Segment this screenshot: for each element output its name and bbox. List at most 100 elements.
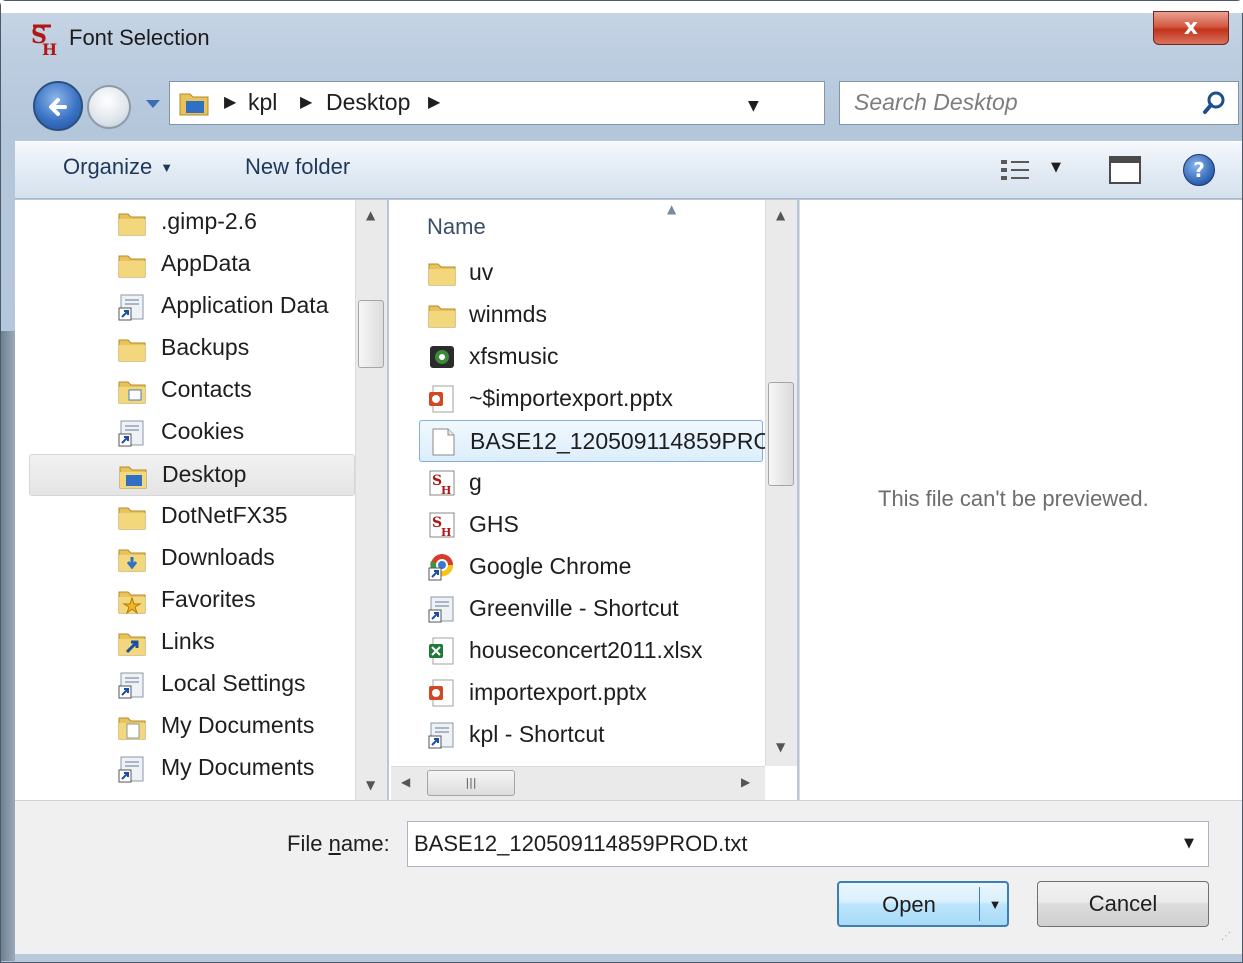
scrollbar-thumb[interactable] — [768, 382, 794, 486]
list-item[interactable]: Greenville - Shortcut — [419, 588, 763, 630]
sidebar-item[interactable]: Links — [29, 622, 355, 664]
chrome-shortcut-icon — [428, 554, 454, 581]
list-item[interactable]: SH g — [419, 462, 763, 504]
file-name-field[interactable]: BASE12_120509114859PROD.txt ▼ — [407, 821, 1209, 867]
scroll-left-icon[interactable]: ◀ — [401, 775, 410, 789]
sidebar-item-label: Application Data — [161, 292, 329, 318]
list-item[interactable]: Google Chrome — [419, 546, 763, 588]
list-item[interactable]: kpl - Shortcut — [419, 714, 763, 756]
app-logo-icon: S H — [31, 23, 57, 57]
scroll-down-icon[interactable]: ▼ — [776, 740, 785, 754]
navigation-pane[interactable]: .gimp-2.6 AppData Application Data Backups C… — [15, 200, 387, 800]
list-item[interactable]: winmds — [419, 294, 763, 336]
sidebar-item[interactable]: DotNetFX35 — [29, 496, 355, 538]
desktop-folder-icon — [179, 93, 209, 116]
search-input[interactable]: Search Desktop — [839, 81, 1239, 125]
search-icon[interactable] — [1202, 90, 1228, 116]
sidebar-item-label: Backups — [161, 334, 250, 360]
list-item[interactable]: uv — [419, 252, 763, 294]
resize-grip-icon[interactable]: ⋰ — [1221, 931, 1237, 947]
file-name-label-post: ame: — [340, 831, 390, 856]
file-name: Google Chrome — [469, 553, 632, 579]
shortcut-icon — [118, 672, 144, 699]
shortcut-icon — [428, 596, 454, 623]
scroll-up-icon[interactable]: ▲ — [366, 208, 375, 222]
pptx-file-icon — [429, 679, 454, 707]
hscrollbar-thumb[interactable]: ||| — [427, 770, 515, 796]
back-button[interactable] — [33, 81, 83, 131]
desktop-folder-icon — [119, 466, 147, 489]
search-placeholder: Search Desktop — [854, 89, 1018, 115]
breadcrumb-separator-icon[interactable]: ▶ — [224, 92, 236, 111]
scroll-right-icon[interactable]: ▶ — [741, 775, 750, 789]
help-icon[interactable]: ? — [1183, 154, 1215, 186]
sidebar-item-label: DotNetFX35 — [161, 502, 288, 528]
file-name: winmds — [469, 301, 547, 327]
open-button[interactable]: Open ▼ — [837, 881, 1009, 927]
file-name: ~$importexport.pptx — [469, 385, 673, 411]
file-name-dropdown-icon[interactable]: ▼ — [1184, 836, 1194, 851]
preview-pane-toggle-icon[interactable] — [1109, 156, 1141, 184]
sidebar-item[interactable]: AppData — [29, 244, 355, 286]
top-strip — [1, 1, 1243, 13]
scroll-down-icon[interactable]: ▼ — [366, 778, 375, 792]
arrow-left-icon — [49, 98, 67, 116]
folder-icon — [118, 339, 146, 362]
organize-menu-button[interactable]: Organize ▼ — [63, 154, 173, 180]
open-dropdown-icon[interactable]: ▼ — [983, 883, 1007, 927]
sidebar-item[interactable]: Downloads — [29, 538, 355, 580]
folder-icon — [428, 305, 456, 328]
close-button[interactable]: x — [1153, 11, 1229, 45]
list-item[interactable]: houseconcert2011.xlsx — [419, 630, 763, 672]
scroll-up-icon[interactable]: ▲ — [776, 208, 785, 222]
sidebar-item[interactable]: .gimp-2.6 — [29, 202, 355, 244]
forward-button[interactable] — [87, 85, 131, 129]
bottom-bar: File name: BASE12_120509114859PROD.txt ▼… — [15, 800, 1242, 954]
list-item[interactable]: BASE12_120509114859PROD — [419, 420, 788, 462]
list-item[interactable]: ~$importexport.pptx — [419, 378, 763, 420]
scrollbar-thumb[interactable] — [358, 300, 384, 368]
file-name-value: BASE12_120509114859PROD.txt — [414, 831, 748, 856]
preview-pane: This file can't be previewed. — [799, 200, 1242, 800]
file-name: GHS — [469, 511, 519, 537]
address-dropdown-icon[interactable]: ▼ — [748, 98, 759, 114]
address-bar[interactable]: ▶ kpl ▶ Desktop ▶ ▼ ⇆ — [169, 81, 977, 125]
list-item[interactable]: xfsmusic — [419, 336, 763, 378]
downloads-folder-icon — [118, 549, 146, 572]
list-item[interactable]: importexport.pptx — [419, 672, 763, 714]
breadcrumb-separator-icon[interactable]: ▶ — [300, 92, 312, 111]
sidebar-item-label: My Documents — [161, 754, 315, 780]
pptx-file-icon — [429, 385, 454, 413]
sidebar-item-label: Downloads — [161, 544, 275, 570]
new-folder-button[interactable]: New folder — [245, 154, 350, 180]
sidebar-item[interactable]: Local Settings — [29, 664, 355, 706]
sidebar-item[interactable]: My Documents — [29, 706, 355, 748]
file-list-scrollbar[interactable]: ▲ ▼ — [765, 200, 797, 766]
breadcrumb-kpl[interactable]: kpl — [248, 89, 277, 116]
sidebar-item[interactable]: Desktop — [29, 454, 355, 496]
sidebar-item-label: Cookies — [161, 418, 245, 444]
preview-message: This file can't be previewed. — [878, 486, 1149, 511]
sidebar-item[interactable]: Backups — [29, 328, 355, 370]
list-item[interactable]: S H GHS — [419, 504, 763, 546]
breadcrumb-separator-icon[interactable]: ▶ — [428, 92, 440, 111]
xlsx-file-icon — [429, 637, 454, 665]
sidebar-item[interactable]: Favorites — [29, 580, 355, 622]
name-column-header[interactable]: Name — [427, 214, 486, 240]
file-list-hscrollbar[interactable]: ◀ ||| ▶ — [391, 766, 765, 800]
sidebar-item[interactable]: Cookies — [29, 412, 355, 454]
sidebar-item[interactable]: My Documents — [29, 748, 355, 790]
breadcrumb-desktop[interactable]: Desktop — [326, 89, 410, 116]
file-name: importexport.pptx — [469, 679, 647, 705]
split-divider — [979, 887, 980, 921]
sidebar-item[interactable]: Application Data — [29, 286, 355, 328]
navigation-scrollbar[interactable]: ▲ ▼ — [355, 200, 387, 800]
cancel-button[interactable]: Cancel — [1037, 881, 1209, 927]
sidebar-item[interactable]: Contacts — [29, 370, 355, 412]
view-dropdown-icon[interactable]: ▼ — [1051, 160, 1061, 175]
file-list[interactable]: Name ▲ uv winmds xfsmusic ~$importexport.pp… — [389, 200, 797, 800]
history-dropdown-icon[interactable] — [145, 97, 161, 111]
file-name-label-pre: File — [287, 831, 329, 856]
view-options-icon[interactable] — [1001, 158, 1033, 182]
shortcut-icon — [118, 294, 144, 321]
